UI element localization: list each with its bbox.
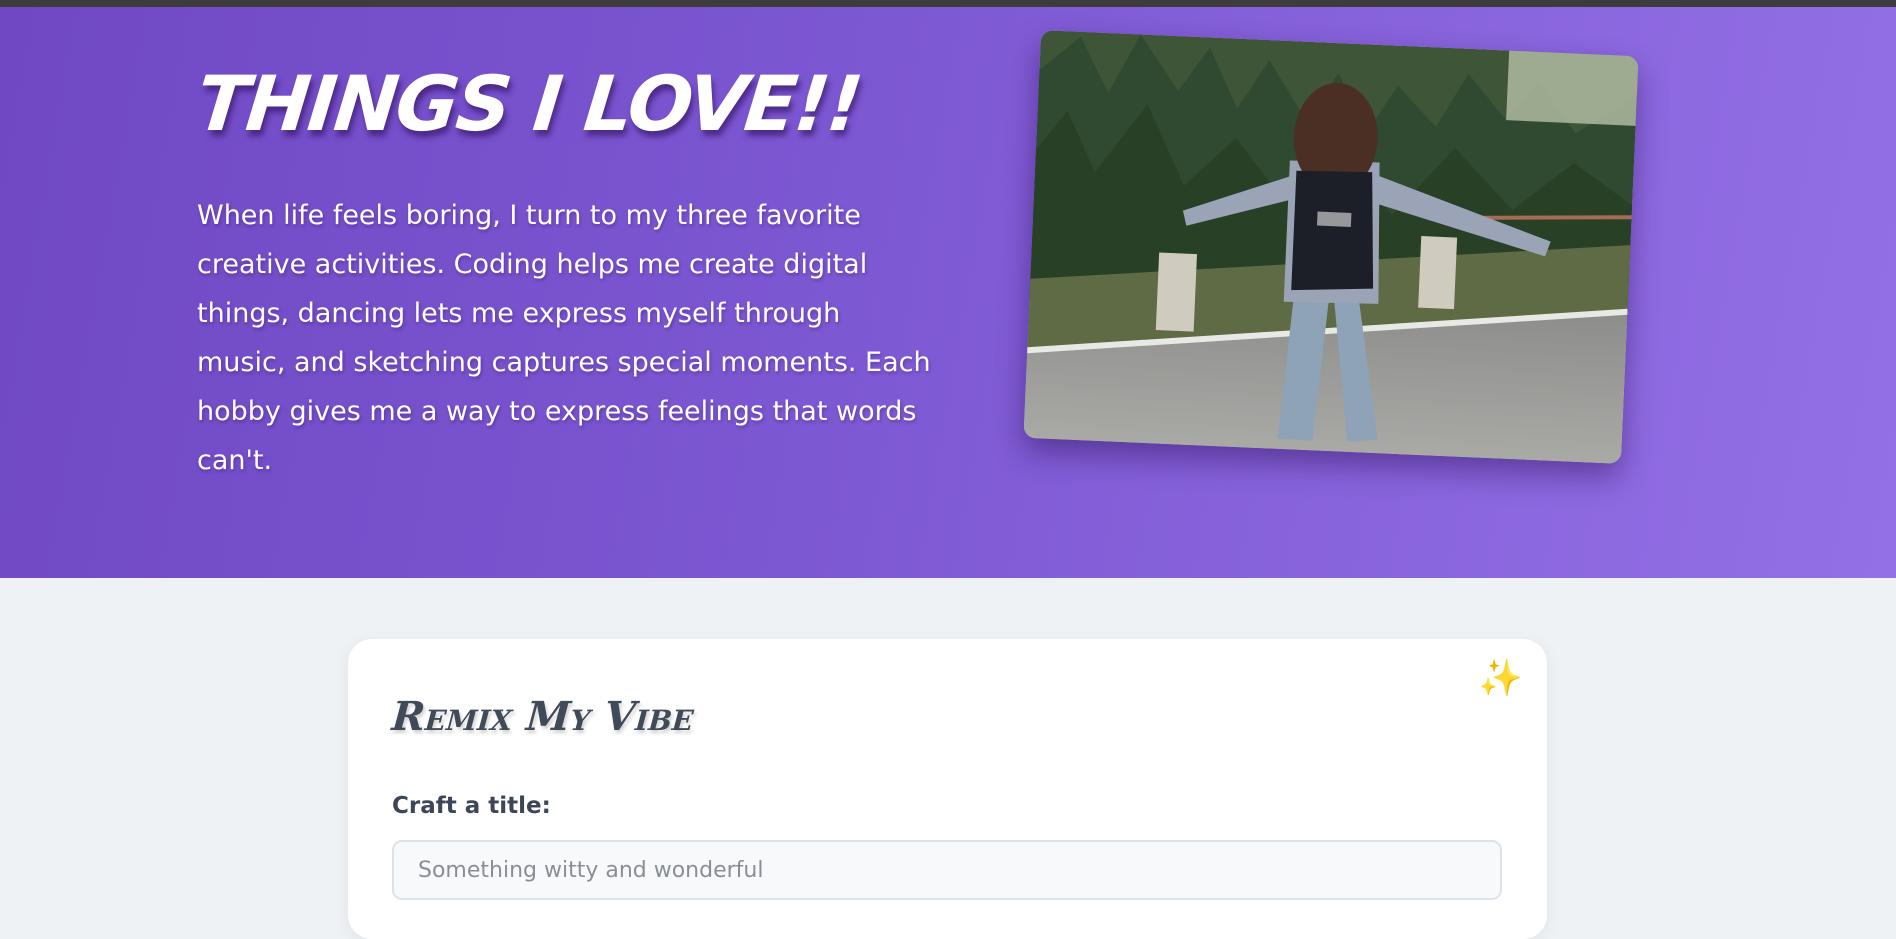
hero-section: THINGS I LOVE!! When life feels boring, … <box>0 7 1896 578</box>
sparkles-icon: ✨ <box>1478 658 1523 699</box>
title-field-label: Craft a title: <box>392 793 551 819</box>
hero-title: THINGS I LOVE!! <box>192 59 866 148</box>
browser-top-bar <box>0 0 1896 7</box>
title-input[interactable] <box>392 840 1502 900</box>
photo-illustration <box>1023 30 1639 464</box>
hero-photo <box>1023 30 1639 464</box>
hero-description: When life feels boring, I turn to my thr… <box>197 200 931 476</box>
remix-heading: Remix My Vibe <box>390 693 696 740</box>
remix-card: ✨ Remix My Vibe Craft a title: <box>348 639 1547 939</box>
